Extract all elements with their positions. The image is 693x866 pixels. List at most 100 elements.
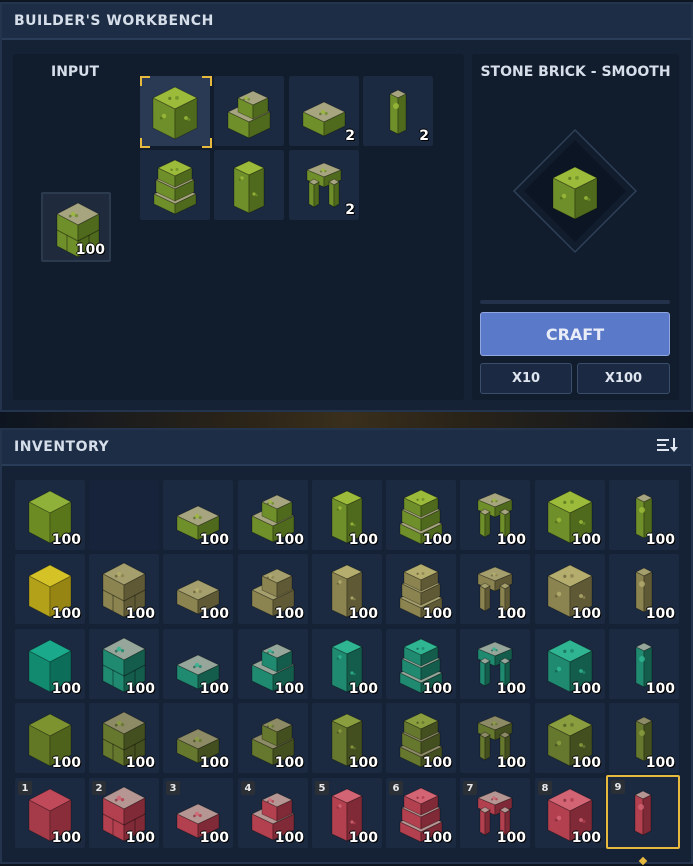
inventory-slot[interactable]: 100	[15, 480, 85, 550]
inventory-slot[interactable]	[89, 480, 159, 550]
item-count: 100	[645, 532, 675, 548]
mossy-stone-block-icon	[152, 86, 198, 140]
item-count: 100	[571, 532, 601, 548]
hotbar-slot[interactable]: 2 100	[89, 778, 159, 848]
result-title: STONE BRICK - SMOOTH	[480, 64, 671, 80]
item-count: 2	[345, 202, 355, 218]
inventory-slot[interactable]: 100	[238, 480, 308, 550]
inventory-slot[interactable]: 100	[609, 554, 679, 624]
result-preview	[510, 126, 640, 256]
item-count: 100	[422, 681, 452, 697]
inventory-slot[interactable]: 100	[609, 703, 679, 773]
craft-button[interactable]: CRAFT	[480, 312, 670, 356]
item-count: 100	[496, 606, 526, 622]
inventory-slot[interactable]: 100	[386, 703, 456, 773]
variant-slot[interactable]	[140, 150, 210, 220]
variant-slot[interactable]: 2	[289, 150, 359, 220]
item-count: 100	[199, 830, 229, 846]
item-count: 100	[496, 681, 526, 697]
item-count: 100	[645, 755, 675, 771]
item-count: 100	[496, 755, 526, 771]
item-count: 100	[199, 606, 229, 622]
inventory-slot[interactable]: 100	[460, 703, 530, 773]
inventory-slot[interactable]: 100	[15, 629, 85, 699]
workbench-title: BUILDER'S WORKBENCH	[2, 4, 691, 40]
craft-x10-button[interactable]: X10	[480, 363, 572, 394]
inventory-slot[interactable]: 100	[312, 703, 382, 773]
item-count: 100	[571, 681, 601, 697]
inventory-slot[interactable]: 100	[460, 554, 530, 624]
item-count: 100	[51, 606, 81, 622]
inventory-slot[interactable]: 100	[386, 480, 456, 550]
sort-icon[interactable]	[657, 437, 679, 457]
inventory-slot[interactable]: 100	[609, 480, 679, 550]
item-count: 100	[274, 755, 304, 771]
inventory-slot[interactable]: 100	[238, 703, 308, 773]
input-label: INPUT	[51, 64, 100, 80]
hotbar-slot[interactable]: 6 100	[386, 778, 456, 848]
item-count: 100	[348, 830, 378, 846]
craft-button-label: CRAFT	[545, 324, 605, 344]
inventory-slot[interactable]: 100	[386, 629, 456, 699]
panel-divider	[0, 412, 693, 428]
inventory-slot[interactable]: 100	[535, 480, 605, 550]
hotbar-slot[interactable]: 8 100	[535, 778, 605, 848]
hotbar-slot[interactable]: 9	[606, 775, 680, 849]
inventory-slot[interactable]: 100	[312, 480, 382, 550]
variant-slot[interactable]	[214, 150, 284, 220]
inventory-slot[interactable]: 100	[535, 703, 605, 773]
mossy-brick-stairs-icon	[227, 90, 271, 139]
item-count: 100	[274, 830, 304, 846]
inventory-slot[interactable]: 100	[238, 554, 308, 624]
variant-slot[interactable]	[140, 76, 212, 148]
inventory-slot[interactable]: 100	[163, 629, 233, 699]
item-count: 100	[571, 830, 601, 846]
inventory-slot[interactable]: 100	[89, 629, 159, 699]
item-count: 100	[274, 606, 304, 622]
item-count: 100	[274, 681, 304, 697]
inventory-slot[interactable]: 100	[312, 554, 382, 624]
item-count: 2	[345, 128, 355, 144]
inventory-slot[interactable]: 100	[386, 554, 456, 624]
variant-slot[interactable]: 2	[289, 76, 359, 146]
selected-hotbar-marker	[638, 856, 648, 866]
inventory-slot[interactable]: 100	[609, 629, 679, 699]
inventory-slot[interactable]: 100	[312, 629, 382, 699]
x100-label: X100	[604, 371, 643, 386]
craft-x100-button[interactable]: X100	[577, 363, 670, 394]
input-slot[interactable]: 100	[41, 192, 111, 262]
inventory-slot[interactable]: 100	[460, 480, 530, 550]
hotbar-number: 4	[241, 781, 255, 795]
item-count: 100	[51, 532, 81, 548]
item-count: 100	[199, 532, 229, 548]
inventory-slot[interactable]: 100	[163, 480, 233, 550]
inventory-slot[interactable]: 100	[89, 703, 159, 773]
item-count: 100	[125, 830, 155, 846]
inventory-slot[interactable]: 100	[15, 554, 85, 624]
hotbar-slot[interactable]: 7 100	[460, 778, 530, 848]
item-count: 100	[51, 681, 81, 697]
hotbar-slot[interactable]: 5 100	[312, 778, 382, 848]
inventory-slot[interactable]: 100	[163, 554, 233, 624]
item-count: 100	[125, 681, 155, 697]
inventory-slot[interactable]: 100	[15, 703, 85, 773]
hotbar-slot[interactable]: 3 100	[163, 778, 233, 848]
inventory-slot[interactable]: 100	[89, 554, 159, 624]
hotbar-slot[interactable]: 4 100	[238, 778, 308, 848]
hotbar-number: 3	[166, 781, 180, 795]
item-count: 100	[496, 830, 526, 846]
item-count: 100	[571, 606, 601, 622]
variant-slot[interactable]	[214, 76, 284, 146]
inventory-slot[interactable]: 100	[535, 554, 605, 624]
variant-slot[interactable]: 2	[363, 76, 433, 146]
inventory-slot[interactable]: 100	[535, 629, 605, 699]
inventory-slot[interactable]: 100	[238, 629, 308, 699]
item-count: 100	[422, 532, 452, 548]
hotbar-slot[interactable]: 1 100	[15, 778, 85, 848]
hotbar-number: 6	[389, 781, 403, 795]
hotbar-number: 1	[18, 781, 32, 795]
inventory-slot[interactable]: 100	[460, 629, 530, 699]
selection-corner	[140, 138, 150, 148]
inventory-slot[interactable]: 100	[163, 703, 233, 773]
item-count: 100	[348, 681, 378, 697]
